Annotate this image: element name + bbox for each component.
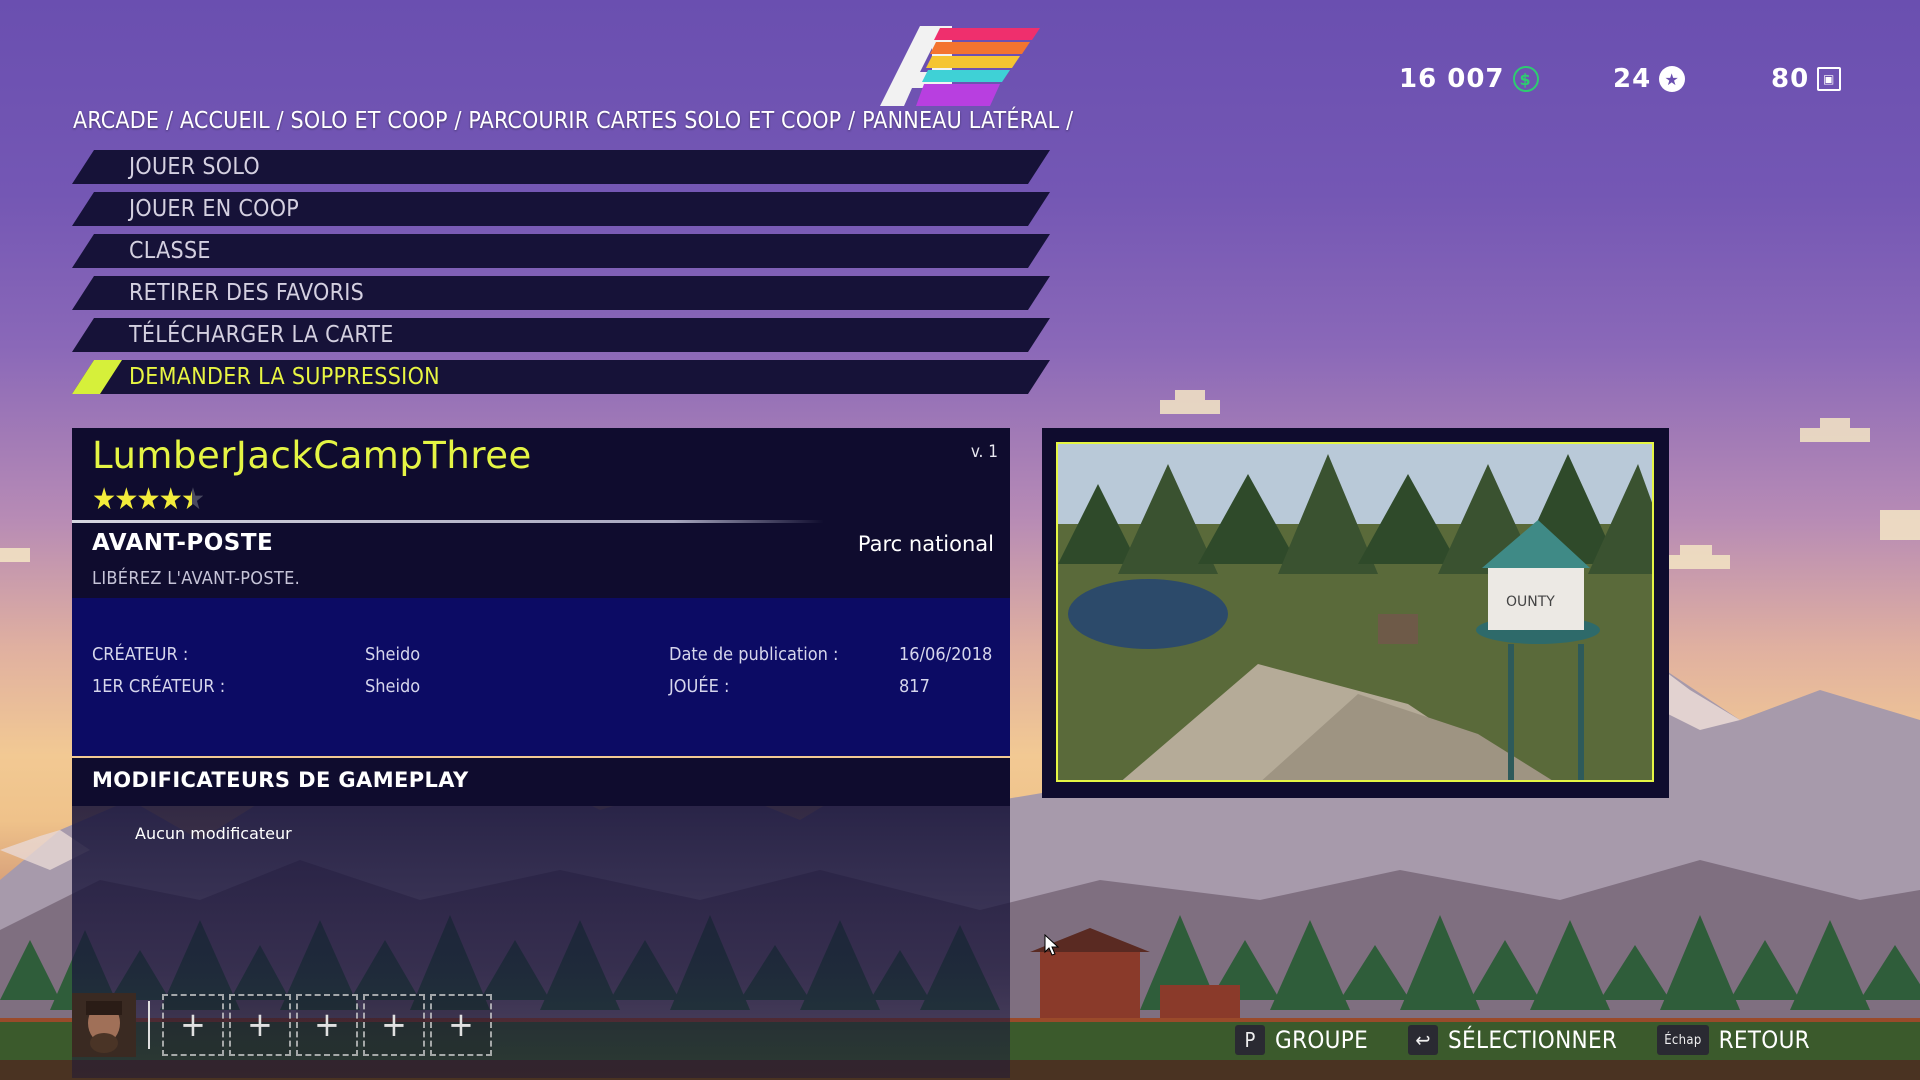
- publish-date-label: Date de publication :: [669, 644, 839, 665]
- menu-item-label: DEMANDER LA SUPPRESSION: [129, 364, 440, 390]
- rating-stars: ★★★★★: [92, 482, 205, 517]
- game-mode: AVANT-POSTE: [92, 530, 274, 556]
- first-creator-value: Sheido: [365, 676, 421, 697]
- party-bar: + + + + +: [72, 992, 497, 1058]
- button-prompts: P GROUPE ↩ SÉLECTIONNER Échap RETOUR: [1235, 1025, 1810, 1055]
- empty-party-slot[interactable]: +: [363, 994, 425, 1056]
- plus-icon: +: [448, 1005, 474, 1045]
- group-prompt[interactable]: P GROUPE: [1235, 1025, 1368, 1055]
- prompt-label: RETOUR: [1718, 1026, 1810, 1054]
- enter-key-icon: ↩: [1408, 1025, 1439, 1055]
- creator-value: Sheido: [365, 644, 421, 665]
- title-divider: [72, 520, 824, 523]
- select-prompt[interactable]: ↩ SÉLECTIONNER: [1408, 1025, 1617, 1055]
- prompt-label: SÉLECTIONNER: [1448, 1026, 1618, 1054]
- map-tile-icon: ▣: [1817, 67, 1842, 91]
- plus-icon: +: [314, 1005, 340, 1045]
- star-icon: ★: [136, 482, 160, 517]
- menu-item-bg: [72, 234, 1050, 268]
- menu-item-request-removal[interactable]: DEMANDER LA SUPPRESSION: [72, 360, 1050, 394]
- dollar-coin-icon: $: [1512, 66, 1539, 92]
- key-p: P: [1235, 1025, 1266, 1055]
- star-icon: ★: [158, 482, 183, 517]
- side-panel-menu: JOUER SOLO JOUER EN COOP CLASSE RETIRER …: [72, 150, 1050, 402]
- modifiers-header: MODIFICATEURS DE GAMEPLAY: [72, 758, 1010, 806]
- menu-item-label: JOUER SOLO: [129, 154, 260, 180]
- played-label: JOUÉE :: [669, 676, 730, 697]
- credits-counter: 16 007 $: [1399, 64, 1539, 94]
- creator-label: CRÉATEUR :: [92, 644, 189, 665]
- map-version: v. 1: [970, 442, 998, 462]
- map-info: CRÉATEUR : Sheido 1ER CRÉATEUR : Sheido …: [72, 598, 1010, 756]
- svg-text:OUNTY: OUNTY: [1506, 594, 1555, 610]
- menu-item-play-solo[interactable]: JOUER SOLO: [72, 150, 1050, 184]
- menu-item-label: JOUER EN COOP: [129, 196, 300, 222]
- maps-value: 80: [1771, 64, 1810, 94]
- menu-item-label: RETIRER DES FAVORIS: [129, 280, 365, 306]
- menu-item-class[interactable]: CLASSE: [72, 234, 1050, 268]
- menu-item-remove-favorites[interactable]: RETIRER DES FAVORIS: [72, 276, 1050, 310]
- map-header: LumberJackCampThree v. 1 ★★★★★ AVANT-POS…: [72, 428, 1010, 598]
- star-icon: ★: [114, 482, 138, 517]
- map-title: LumberJackCampThree: [92, 434, 532, 477]
- game-mode-description: LIBÉREZ L'AVANT-POSTE.: [92, 568, 301, 589]
- menu-item-label: CLASSE: [129, 238, 211, 264]
- breadcrumb: ARCADE / ACCUEIL / SOLO ET COOP / PARCOU…: [73, 108, 1074, 134]
- star-icon: ★: [92, 482, 116, 517]
- map-region: Parc national: [857, 532, 994, 556]
- back-prompt[interactable]: Échap RETOUR: [1657, 1025, 1810, 1055]
- half-star-icon: ★: [180, 482, 205, 517]
- party-divider: [148, 1001, 150, 1049]
- player-avatar[interactable]: [72, 993, 136, 1057]
- prompt-label: GROUPE: [1275, 1026, 1369, 1054]
- plus-icon: +: [381, 1005, 407, 1045]
- menu-item-label: TÉLÉCHARGER LA CARTE: [129, 322, 394, 348]
- menu-item-download-map[interactable]: TÉLÉCHARGER LA CARTE: [72, 318, 1050, 352]
- arcade-logo: [880, 26, 1040, 106]
- map-details-card: LumberJackCampThree v. 1 ★★★★★ AVANT-POS…: [72, 428, 1010, 1078]
- map-preview-panel: OUNTY: [1042, 428, 1669, 798]
- plus-icon: +: [247, 1005, 273, 1045]
- empty-party-slot[interactable]: +: [229, 994, 291, 1056]
- map-preview-image: OUNTY: [1056, 442, 1654, 782]
- stars-value: 24: [1613, 64, 1652, 94]
- star-badge-icon: ★: [1659, 66, 1686, 92]
- empty-party-slot[interactable]: +: [162, 994, 224, 1056]
- plus-icon: +: [180, 1005, 206, 1045]
- publish-date-value: 16/06/2018: [899, 644, 993, 665]
- stars-counter: 24 ★: [1613, 64, 1686, 94]
- menu-item-play-coop[interactable]: JOUER EN COOP: [72, 192, 1050, 226]
- modifiers-title: MODIFICATEURS DE GAMEPLAY: [92, 768, 469, 792]
- empty-party-slot[interactable]: +: [430, 994, 492, 1056]
- maps-counter: 80 ▣: [1771, 64, 1842, 94]
- key-escape: Échap: [1657, 1025, 1709, 1055]
- no-modifiers-text: Aucun modificateur: [135, 824, 292, 843]
- first-creator-label: 1ER CRÉATEUR :: [92, 676, 226, 697]
- empty-party-slot[interactable]: +: [296, 994, 358, 1056]
- mouse-cursor-icon: [1044, 934, 1060, 956]
- played-value: 817: [899, 676, 930, 697]
- credits-value: 16 007: [1399, 64, 1505, 94]
